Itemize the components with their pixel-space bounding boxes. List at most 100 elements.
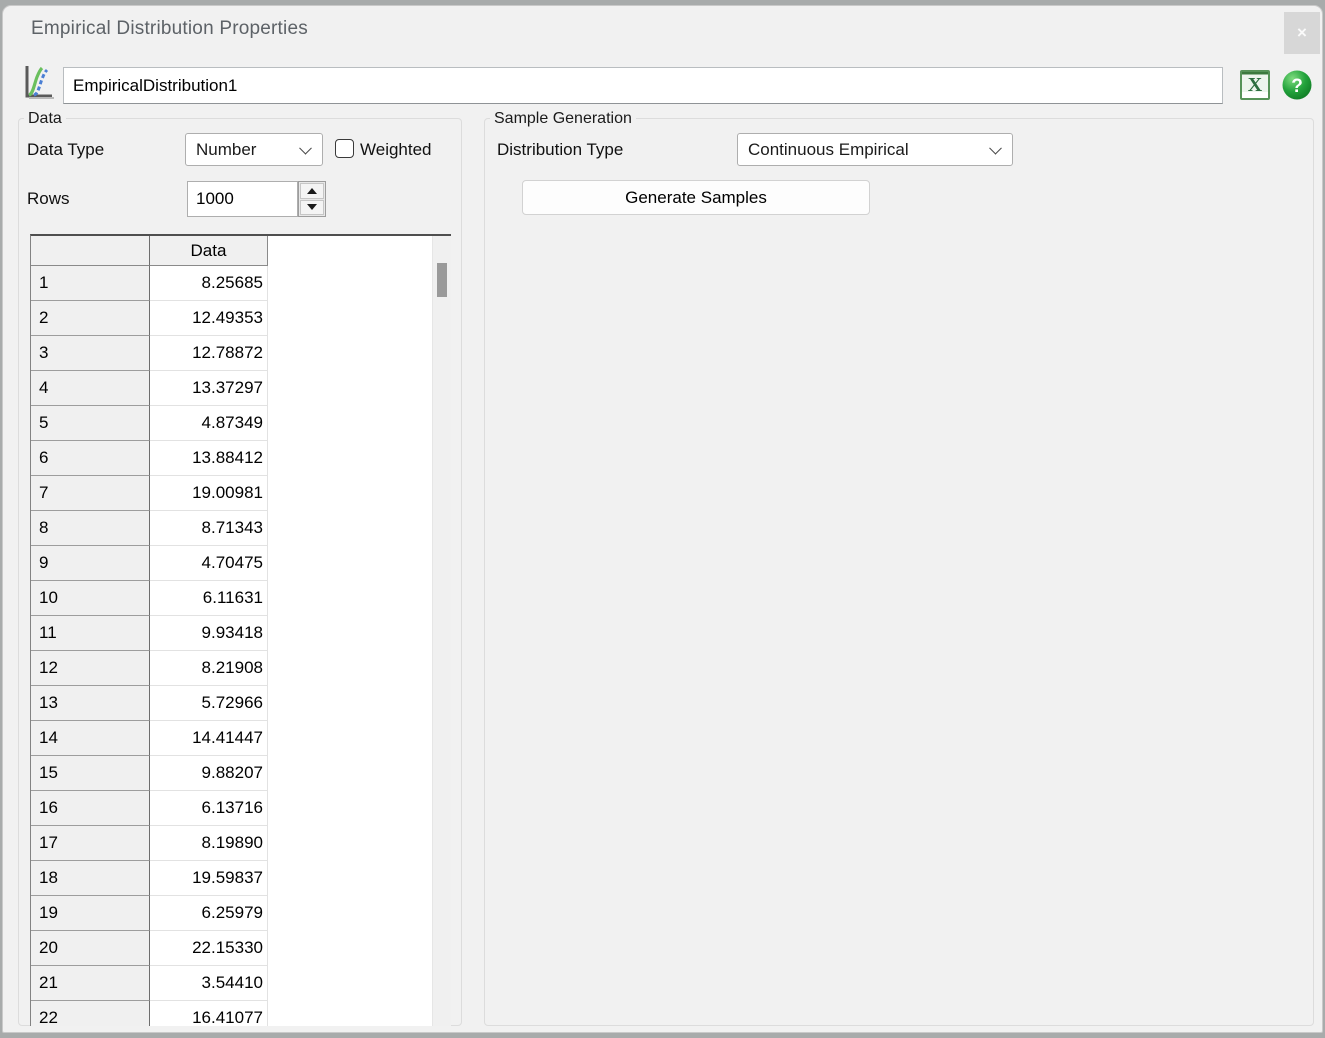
row-value-cell[interactable]: 6.13716: [150, 791, 268, 826]
excel-x-glyph: X: [1248, 74, 1263, 96]
row-value-cell[interactable]: 22.15330: [150, 931, 268, 966]
data-column-header[interactable]: Data: [150, 236, 268, 266]
sample-generation-groupbox: Sample Generation Distribution Type Cont…: [484, 118, 1314, 1026]
row-index-cell[interactable]: 16: [31, 791, 150, 826]
data-type-label: Data Type: [27, 140, 104, 160]
table-row: 166.13716: [31, 791, 451, 826]
row-value-cell[interactable]: 14.41447: [150, 721, 268, 756]
table-row: 1819.59837: [31, 861, 451, 896]
object-name-input[interactable]: [63, 67, 1223, 104]
row-value-cell[interactable]: 8.19890: [150, 826, 268, 861]
row-index-cell[interactable]: 22: [31, 1001, 150, 1026]
row-value-cell[interactable]: 19.59837: [150, 861, 268, 896]
row-value-cell[interactable]: 6.11631: [150, 581, 268, 616]
table-row: 178.19890: [31, 826, 451, 861]
row-index-cell[interactable]: 6: [31, 441, 150, 476]
row-value-cell[interactable]: 12.49353: [150, 301, 268, 336]
row-index-cell[interactable]: 2: [31, 301, 150, 336]
spinner-down-button[interactable]: [300, 200, 324, 216]
table-row: 613.88412: [31, 441, 451, 476]
row-value-cell[interactable]: 12.78872: [150, 336, 268, 371]
row-index-cell[interactable]: 19: [31, 896, 150, 931]
row-index-cell[interactable]: 13: [31, 686, 150, 721]
row-index-cell[interactable]: 10: [31, 581, 150, 616]
help-icon[interactable]: ?: [1281, 69, 1313, 101]
row-index-cell[interactable]: 5: [31, 406, 150, 441]
data-type-value: Number: [196, 140, 256, 160]
table-row: 18.25685: [31, 266, 451, 301]
arrow-up-icon: [307, 188, 317, 194]
row-value-cell[interactable]: 13.37297: [150, 371, 268, 406]
row-index-cell[interactable]: 1: [31, 266, 150, 301]
chevron-down-icon: [299, 141, 312, 154]
weighted-checkbox[interactable]: [335, 139, 354, 158]
distribution-type-combobox[interactable]: Continuous Empirical: [737, 133, 1013, 166]
row-index-cell[interactable]: 18: [31, 861, 150, 896]
table-row: 54.87349: [31, 406, 451, 441]
rows-input[interactable]: [187, 181, 298, 217]
row-value-cell[interactable]: 3.54410: [150, 966, 268, 1001]
close-icon: ×: [1297, 23, 1307, 43]
row-value-cell[interactable]: 8.71343: [150, 511, 268, 546]
help-question-glyph: ?: [1291, 76, 1303, 97]
row-index-cell[interactable]: 8: [31, 511, 150, 546]
data-type-combobox[interactable]: Number: [185, 133, 323, 166]
dialog-title: Empirical Distribution Properties: [31, 18, 308, 40]
table-scrollbar[interactable]: [432, 236, 451, 1026]
table-row: 212.49353: [31, 301, 451, 336]
row-index-cell[interactable]: 17: [31, 826, 150, 861]
table-row: 159.88207: [31, 756, 451, 791]
data-groupbox: Data Data Type Number Weighted Rows: [18, 118, 462, 1026]
data-table-rows: 18.25685212.49353312.78872413.3729754.87…: [31, 266, 451, 1026]
weighted-label: Weighted: [360, 140, 432, 160]
generate-samples-button[interactable]: Generate Samples: [522, 180, 870, 215]
sample-generation-group-label: Sample Generation: [490, 109, 636, 128]
table-row: 213.54410: [31, 966, 451, 1001]
row-index-cell[interactable]: 11: [31, 616, 150, 651]
row-value-cell[interactable]: 9.93418: [150, 616, 268, 651]
row-value-cell[interactable]: 5.72966: [150, 686, 268, 721]
row-value-cell[interactable]: 9.88207: [150, 756, 268, 791]
table-row: 2216.41077: [31, 1001, 451, 1026]
row-value-cell[interactable]: 4.87349: [150, 406, 268, 441]
generate-samples-label: Generate Samples: [625, 188, 767, 208]
row-value-cell[interactable]: 4.70475: [150, 546, 268, 581]
table-row: 2022.15330: [31, 931, 451, 966]
row-value-cell[interactable]: 8.21908: [150, 651, 268, 686]
chevron-down-icon: [989, 141, 1002, 154]
table-row: 106.11631: [31, 581, 451, 616]
table-row: 119.93418: [31, 616, 451, 651]
row-index-cell[interactable]: 3: [31, 336, 150, 371]
row-index-cell[interactable]: 15: [31, 756, 150, 791]
distribution-type-value: Continuous Empirical: [748, 140, 909, 160]
data-column-header-label: Data: [191, 241, 227, 261]
spinner-up-button[interactable]: [300, 183, 324, 199]
row-index-cell[interactable]: 20: [31, 931, 150, 966]
distribution-curve-icon: [21, 63, 55, 102]
row-value-cell[interactable]: 6.25979: [150, 896, 268, 931]
row-value-cell[interactable]: 19.00981: [150, 476, 268, 511]
table-corner-cell[interactable]: [31, 236, 150, 266]
row-index-cell[interactable]: 12: [31, 651, 150, 686]
excel-export-icon[interactable]: X: [1239, 69, 1271, 101]
scrollbar-thumb[interactable]: [437, 263, 447, 297]
table-row: 1414.41447: [31, 721, 451, 756]
table-row: 135.72966: [31, 686, 451, 721]
row-index-cell[interactable]: 21: [31, 966, 150, 1001]
row-index-cell[interactable]: 9: [31, 546, 150, 581]
row-value-cell[interactable]: 8.25685: [150, 266, 268, 301]
row-index-cell[interactable]: 4: [31, 371, 150, 406]
close-button[interactable]: ×: [1284, 12, 1320, 54]
distribution-type-label: Distribution Type: [497, 140, 623, 160]
table-row: 88.71343: [31, 511, 451, 546]
row-value-cell[interactable]: 13.88412: [150, 441, 268, 476]
row-value-cell[interactable]: 16.41077: [150, 1001, 268, 1026]
row-index-cell[interactable]: 7: [31, 476, 150, 511]
data-table-header: Data: [31, 236, 451, 266]
data-table: Data 18.25685212.49353312.78872413.37297…: [30, 234, 451, 1026]
rows-label: Rows: [27, 189, 70, 209]
row-index-cell[interactable]: 14: [31, 721, 150, 756]
data-group-label: Data: [24, 109, 66, 128]
table-row: 719.00981: [31, 476, 451, 511]
table-row: 128.21908: [31, 651, 451, 686]
